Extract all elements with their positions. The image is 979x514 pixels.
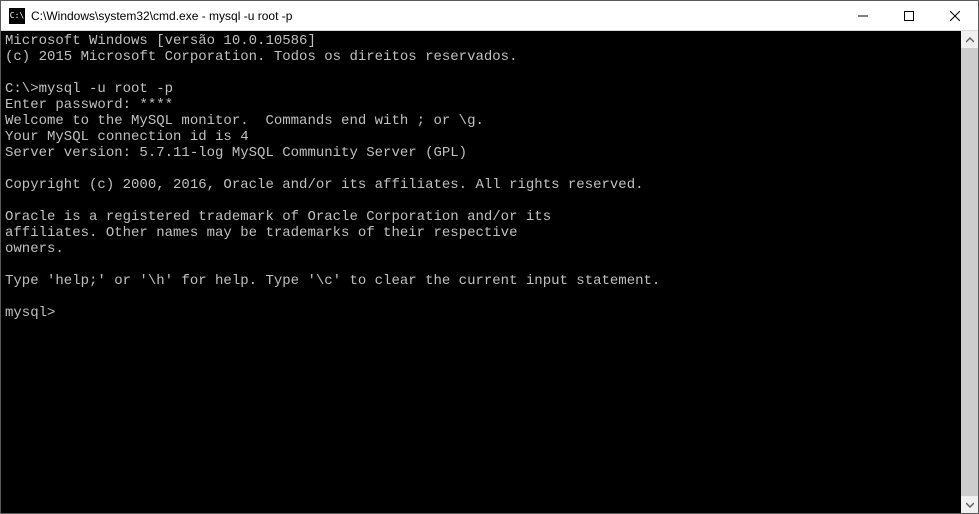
terminal-line: Server version: 5.7.11-log MySQL Communi… bbox=[5, 145, 957, 161]
terminal-line: Copyright (c) 2000, 2016, Oracle and/or … bbox=[5, 177, 957, 193]
window-titlebar: C:\ C:\Windows\system32\cmd.exe - mysql … bbox=[1, 1, 978, 31]
cmd-icon: C:\ bbox=[9, 8, 25, 24]
window-controls bbox=[840, 1, 978, 30]
scroll-down-button[interactable] bbox=[961, 496, 978, 513]
terminal-line bbox=[5, 161, 957, 177]
terminal-line: mysql> bbox=[5, 305, 957, 321]
window-title: C:\Windows\system32\cmd.exe - mysql -u r… bbox=[31, 9, 840, 23]
terminal-line bbox=[5, 289, 957, 305]
terminal-line: owners. bbox=[5, 241, 957, 257]
terminal-line bbox=[5, 257, 957, 273]
close-button[interactable] bbox=[932, 1, 978, 30]
minimize-icon bbox=[858, 11, 868, 21]
terminal-line bbox=[5, 193, 957, 209]
terminal-line: Microsoft Windows [versão 10.0.10586] bbox=[5, 33, 957, 49]
chevron-up-icon bbox=[966, 36, 974, 44]
maximize-icon bbox=[904, 11, 914, 21]
terminal-line bbox=[5, 65, 957, 81]
terminal-area[interactable]: Microsoft Windows [versão 10.0.10586](c)… bbox=[1, 31, 978, 513]
cmd-icon-label: C:\ bbox=[10, 12, 24, 20]
maximize-button[interactable] bbox=[886, 1, 932, 30]
chevron-down-icon bbox=[966, 501, 974, 509]
terminal-line: C:\>mysql -u root -p bbox=[5, 81, 957, 97]
scroll-up-button[interactable] bbox=[961, 31, 978, 48]
terminal-line: Enter password: **** bbox=[5, 97, 957, 113]
scroll-thumb[interactable] bbox=[961, 48, 978, 496]
scroll-track[interactable] bbox=[961, 48, 978, 496]
terminal-output: Microsoft Windows [versão 10.0.10586](c)… bbox=[1, 31, 961, 513]
minimize-button[interactable] bbox=[840, 1, 886, 30]
terminal-line: Oracle is a registered trademark of Orac… bbox=[5, 209, 957, 225]
terminal-line: Type 'help;' or '\h' for help. Type '\c'… bbox=[5, 273, 957, 289]
terminal-line: Welcome to the MySQL monitor. Commands e… bbox=[5, 113, 957, 129]
close-icon bbox=[950, 11, 960, 21]
vertical-scrollbar[interactable] bbox=[961, 31, 978, 513]
terminal-line: affiliates. Other names may be trademark… bbox=[5, 225, 957, 241]
terminal-line: (c) 2015 Microsoft Corporation. Todos os… bbox=[5, 49, 957, 65]
terminal-line: Your MySQL connection id is 4 bbox=[5, 129, 957, 145]
